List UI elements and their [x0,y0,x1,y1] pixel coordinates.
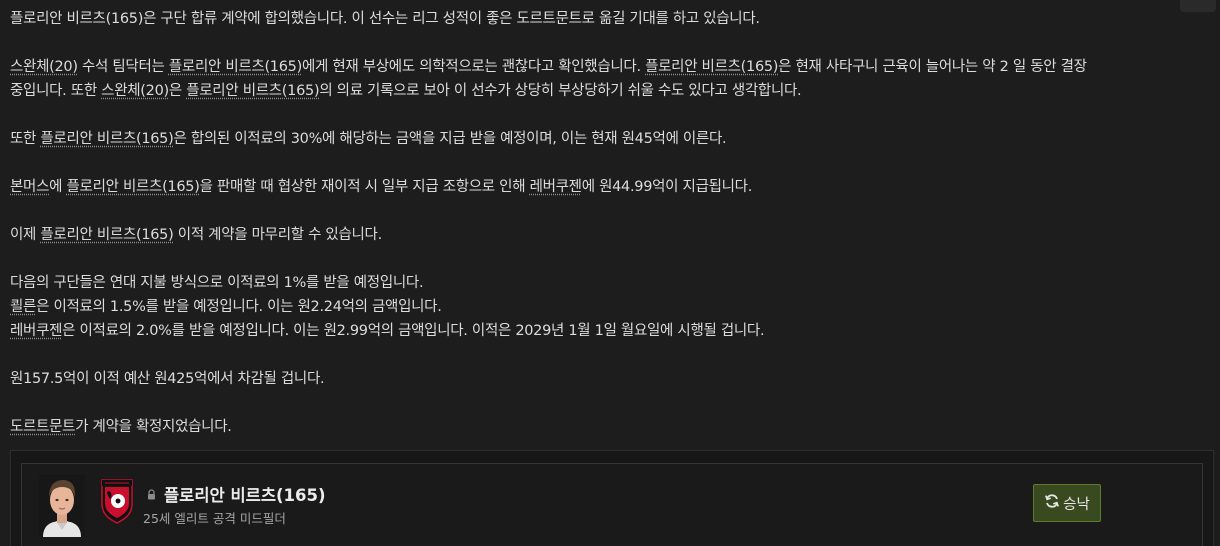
message-text: 또한 [10,131,41,147]
message-text: 원157.5억이 이적 예산 원425억에서 차감될 겁니다. [10,371,325,387]
message-text: 중입니다. 또한 [10,83,102,99]
message-paragraph: 스완체(20) 수석 팀닥터는 플로리안 비르츠(165)에게 현재 부상에도 … [10,55,1210,103]
message-text: 의 의료 기록으로 보아 이 선수가 상당히 부상당하기 쉬울 수도 있다고 생… [319,83,802,99]
player-subtitle: 25세 엘리트 공격 미드필더 [143,511,286,526]
message-text: 을 판매할 때 협상한 재이적 시 일부 지급 조항으로 인해 [199,179,530,195]
message-paragraph: 플로리안 비르츠(165)은 구단 합류 계약에 합의했습니다. 이 선수는 리… [10,7,1210,31]
player-link[interactable]: 플로리안 비르츠(165) [66,179,199,195]
accept-button[interactable]: 승낙 [1033,484,1101,522]
staff-link[interactable]: 스완체(20) [10,59,78,75]
player-name[interactable]: 플로리안 비르츠(165) [147,482,326,506]
staff-link[interactable]: 스완체(20) [101,83,169,99]
player-link[interactable]: 플로리안 비르츠(165) [186,83,319,99]
message-text: 플로리안 비르츠(165)은 구단 합류 계약에 합의했습니다. 이 선수는 리… [10,11,760,27]
news-message-body: 플로리안 비르츠(165)은 구단 합류 계약에 합의했습니다. 이 선수는 리… [10,7,1210,439]
message-paragraph: 이제 플로리안 비르츠(165) 이적 계약을 마무리할 수 있습니다. [10,223,1210,247]
news-screen: 플로리안 비르츠(165)은 구단 합류 계약에 합의했습니다. 이 선수는 리… [0,0,1220,546]
message-paragraph: 원157.5억이 이적 예산 원425억에서 차감될 겁니다. [10,367,1210,391]
club-link[interactable]: 레버쿠젠 [530,179,582,195]
message-paragraph: 또한 플로리안 비르츠(165)은 합의된 이적료의 30%에 해당하는 금액을… [10,127,1210,151]
club-link[interactable]: 레버쿠젠 [10,323,62,339]
message-text: 은 합의된 이적료의 30%에 해당하는 금액을 지급 받을 예정이며, 이는 … [173,131,727,147]
message-text: 다음의 구단들은 연대 지불 방식으로 이적료의 1%를 받을 예정입니다. [10,275,424,291]
message-paragraph: 본머스에 플로리안 비르츠(165)을 판매할 때 협상한 재이적 시 일부 지… [10,175,1210,199]
club-link[interactable]: 쾰른 [10,299,36,315]
player-link[interactable]: 플로리안 비르츠(165) [645,59,778,75]
club-crest[interactable] [99,478,135,524]
club-link[interactable]: 도르트문트 [10,419,76,435]
player-card: 플로리안 비르츠(165) 25세 엘리트 공격 미드필더 승낙 [10,450,1214,546]
player-link[interactable]: 플로리안 비르츠(165) [40,227,173,243]
message-text: 에게 현재 부상에도 의학적으로는 괜찮다고 확인했습니다. [301,59,646,75]
player-name-text: 플로리안 비르츠(165) [164,486,326,505]
refresh-icon [1044,493,1060,513]
player-portrait[interactable] [39,475,85,537]
message-text: 가 계약을 확정지었습니다. [75,419,232,435]
message-paragraph: 도르트문트가 계약을 확정지었습니다. [10,415,1210,439]
message-text: 이제 [10,227,41,243]
message-paragraph: 다음의 구단들은 연대 지불 방식으로 이적료의 1%를 받을 예정입니다. 쾰… [10,271,1210,343]
message-text: 은 이적료의 1.5%를 받을 예정입니다. 이는 원2.24억의 금액입니다. [36,299,442,315]
accept-button-label: 승낙 [1063,496,1090,513]
message-text: 에 원44.99억이 지급됩니다. [581,179,753,195]
message-text: 이적 계약을 마무리할 수 있습니다. [173,227,382,243]
club-link[interactable]: 본머스 [10,179,49,195]
player-link[interactable]: 플로리안 비르츠(165) [40,131,173,147]
player-link[interactable]: 플로리안 비르츠(165) [169,59,302,75]
message-text: 수석 팀닥터는 [77,59,169,75]
lock-icon [147,485,156,504]
message-text: 은 이적료의 2.0%를 받을 예정입니다. 이는 원2.99억의 금액입니다.… [62,323,765,339]
message-text: 에 [49,179,67,195]
message-text: 은 [168,83,187,99]
message-text: 은 현재 사타구니 근육이 늘어나는 약 2 일 동안 결장 [778,59,1087,75]
